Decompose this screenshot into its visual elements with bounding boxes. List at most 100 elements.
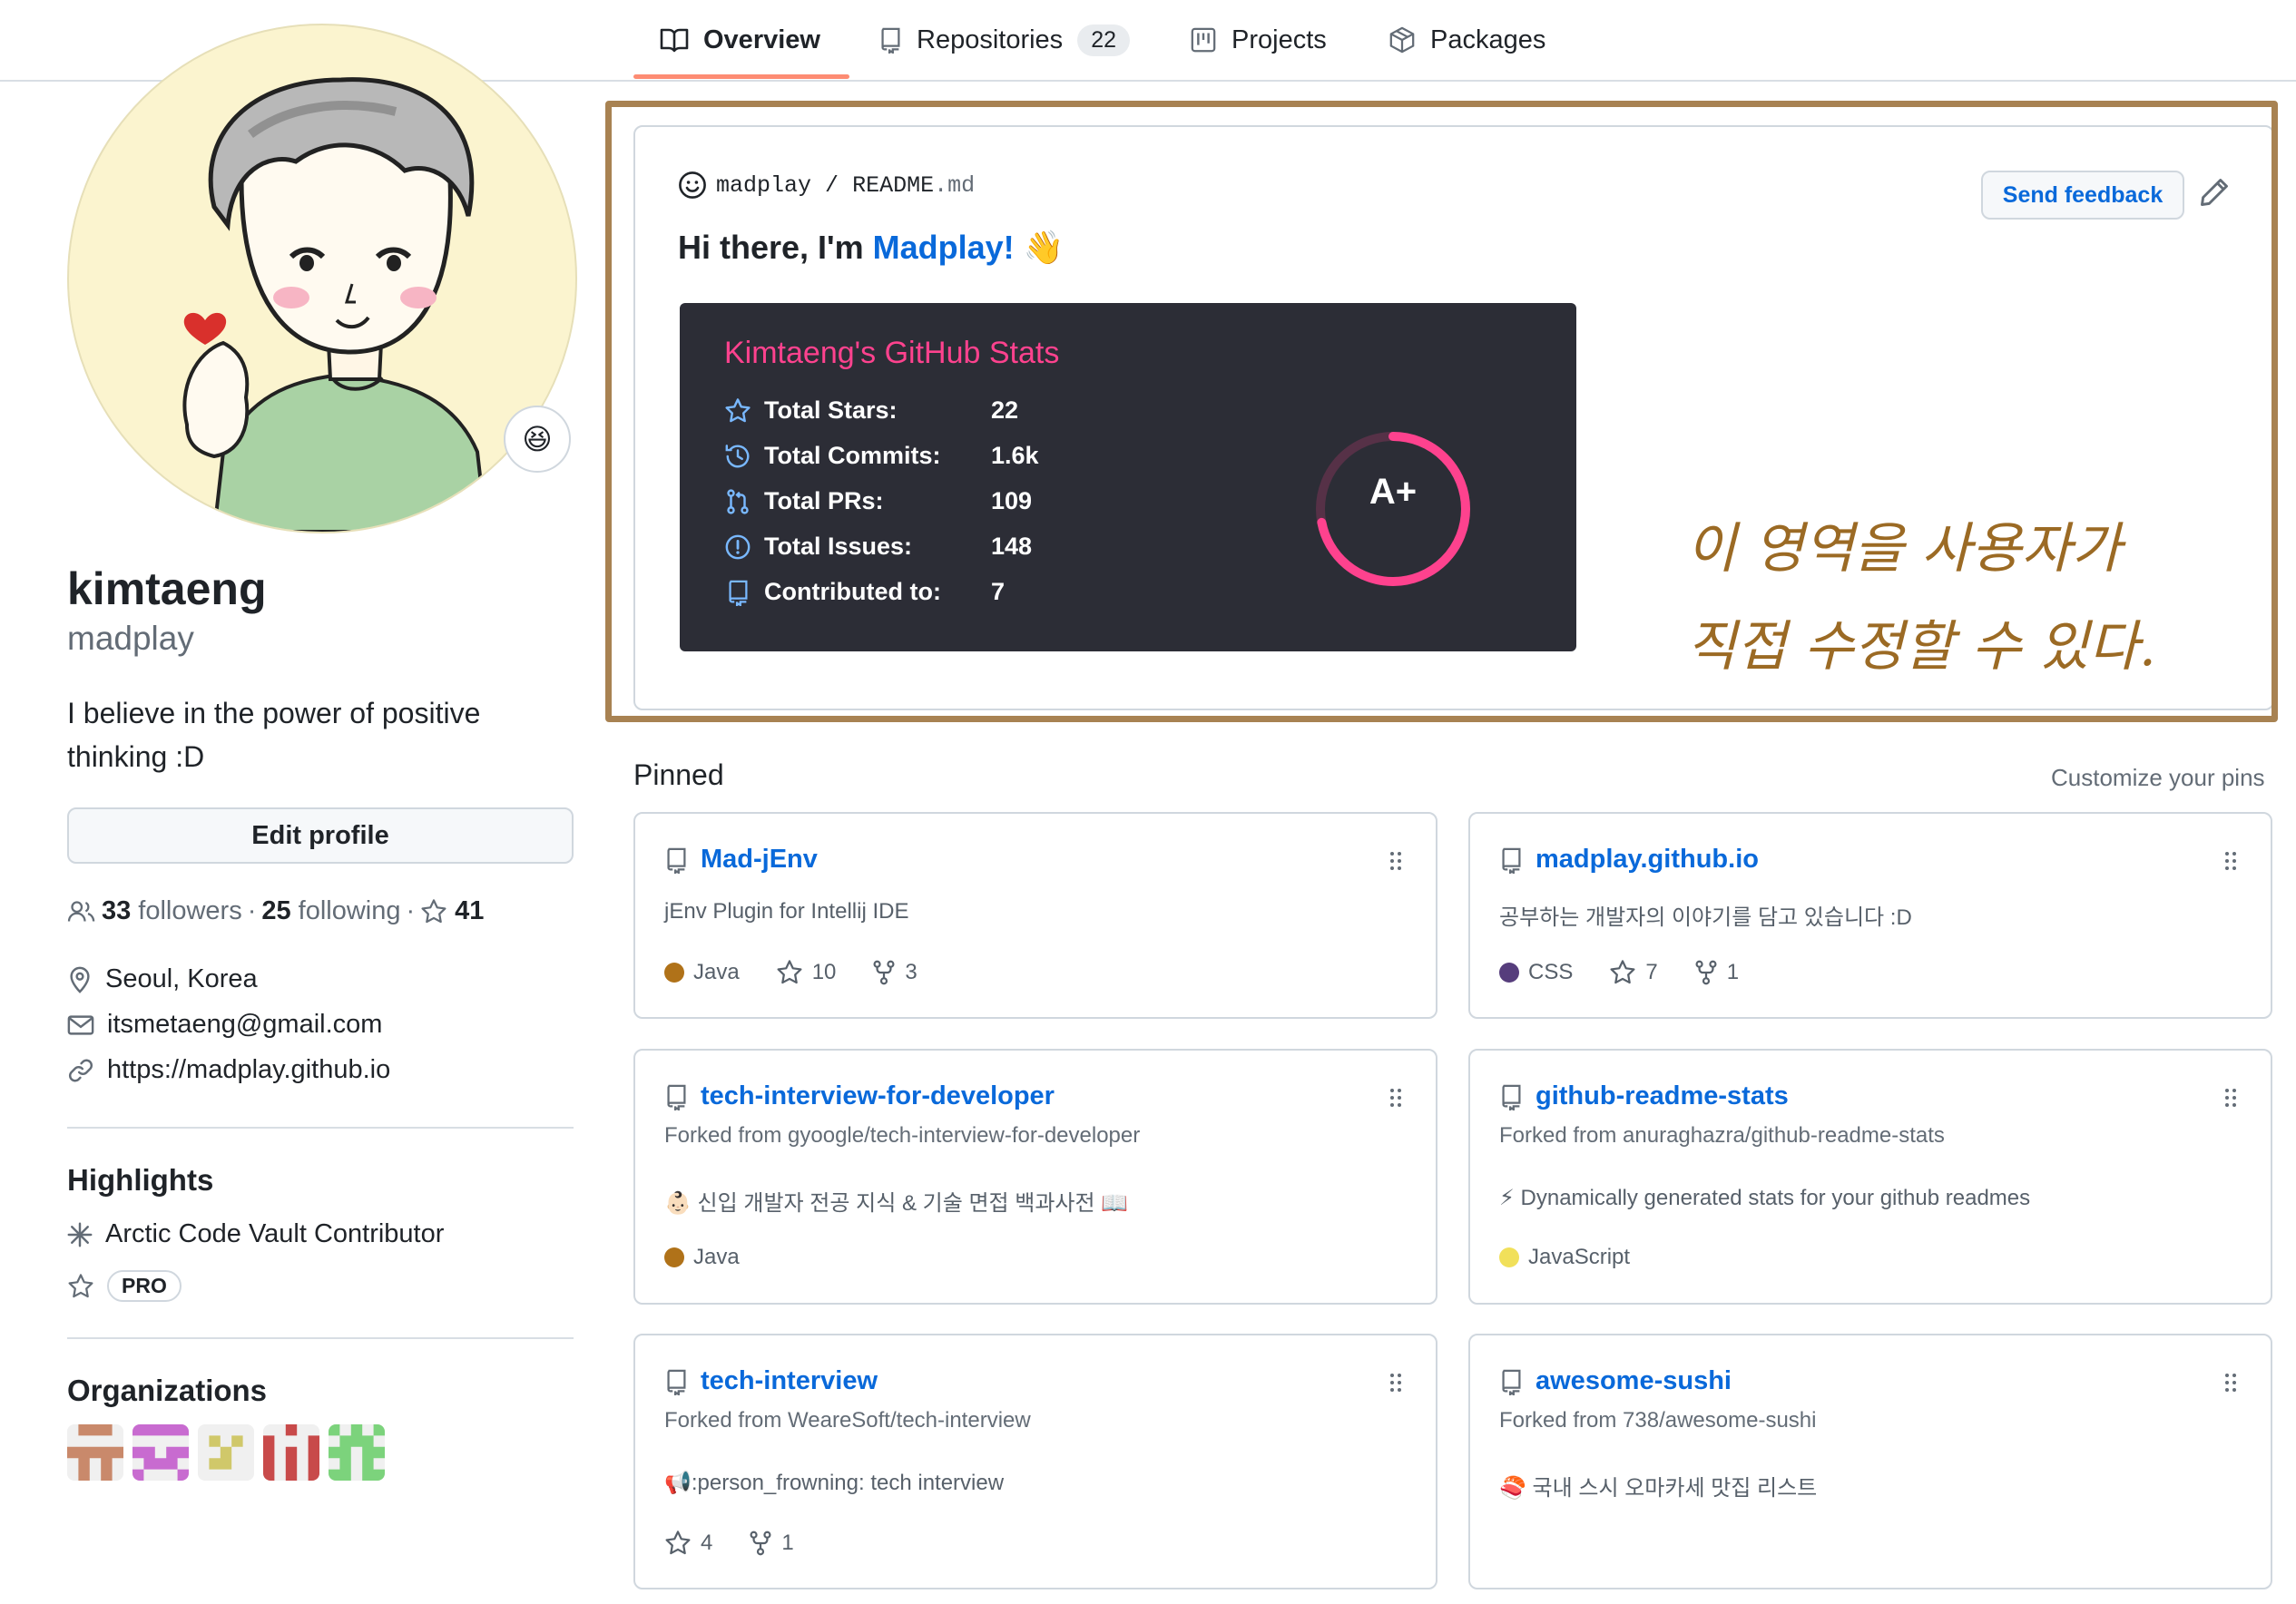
project-icon: [1190, 26, 1231, 54]
stars-count: 41: [455, 896, 485, 925]
readme-owner-link[interactable]: madplay: [716, 172, 811, 199]
drag-handle-icon[interactable]: [1388, 1372, 1403, 1394]
stat-row: Total Stars: 22: [724, 396, 1082, 425]
tab-label: Repositories: [917, 24, 1064, 54]
repo-name-link[interactable]: tech-interview: [701, 1366, 878, 1396]
followers-label: followers: [138, 896, 242, 925]
package-icon: [1388, 26, 1430, 54]
highlights-heading: Highlights: [67, 1163, 214, 1197]
drag-handle-icon[interactable]: [2223, 850, 2238, 872]
link-icon: [67, 1057, 94, 1084]
stat-label: Total Commits:: [764, 442, 941, 469]
repo-icon: [664, 846, 688, 874]
repo-name-link[interactable]: Mad-jEnv: [701, 845, 818, 875]
repo-title: madplay.github.io: [1499, 845, 1759, 875]
drag-handle-icon[interactable]: [1388, 850, 1403, 872]
drag-handle-icon[interactable]: [2223, 1087, 2238, 1109]
repo-forks[interactable]: 1: [749, 1530, 794, 1557]
language-label: CSS: [1528, 960, 1574, 984]
customize-pins-link[interactable]: Customize your pins: [2051, 764, 2265, 792]
email-row: itsmetaeng@gmail.com: [67, 1010, 382, 1040]
following-link[interactable]: 25 following: [261, 896, 400, 926]
repo-meta: 4 1: [664, 1530, 794, 1557]
website-link[interactable]: https://madplay.github.io: [107, 1055, 390, 1085]
tab-packages[interactable]: Packages: [1388, 0, 1545, 80]
email-link[interactable]: itsmetaeng@gmail.com: [107, 1010, 382, 1040]
org-avatar[interactable]: [263, 1424, 319, 1481]
pinned-repo-card: madplay.github.io 공부하는 개발자의 이야기를 담고 있습니다…: [1468, 812, 2272, 1019]
readme-path: madplay / README.md: [678, 171, 975, 200]
pencil-icon[interactable]: [2198, 176, 2231, 209]
book-icon: [660, 27, 703, 53]
stat-value: 1.6k: [991, 442, 1039, 469]
pinned-repo-card: github-readme-stats Forked from anuragha…: [1468, 1049, 2272, 1305]
highlight-label: Arctic Code Vault Contributor: [105, 1219, 445, 1248]
follow-stats: 33 followers · 25 following · 41: [67, 896, 484, 926]
repo-description: 🍣 국내 스시 오마카세 맛집 리스트: [1499, 1476, 1818, 1501]
following-label: following: [298, 896, 401, 925]
repo-name-link[interactable]: github-readme-stats: [1536, 1081, 1789, 1111]
fork-icon: [873, 960, 895, 985]
star-icon: [67, 1273, 94, 1300]
tab-projects[interactable]: Projects: [1190, 0, 1327, 80]
repo-description: ⚡ Dynamically generated stats for your g…: [1499, 1186, 2031, 1210]
repo-icon: [664, 1368, 688, 1395]
website-row: https://madplay.github.io: [67, 1055, 390, 1085]
language-color-dot: [1499, 1247, 1519, 1267]
history-icon: [724, 443, 751, 470]
fork-icon: [750, 1531, 771, 1556]
drag-handle-icon[interactable]: [1388, 1087, 1403, 1109]
repo-forks[interactable]: 3: [872, 959, 917, 986]
forks-count: 1: [781, 1531, 794, 1555]
repo-description: jEnv Plugin for Intellij IDE: [664, 899, 909, 924]
status-emoji-button[interactable]: 😆: [504, 406, 571, 473]
followers-link[interactable]: 33 followers: [102, 896, 242, 926]
repo-language: JavaScript: [1499, 1245, 1630, 1270]
forked-from: Forked from gyoogle/tech-interview-for-d…: [664, 1123, 1141, 1148]
annotation-line-2: 직접 수정할 수 있다.: [1686, 615, 2156, 679]
separator: ·: [406, 896, 416, 925]
language-color-dot: [1499, 963, 1519, 983]
repo-name-link[interactable]: awesome-sushi: [1536, 1366, 1732, 1396]
org-avatar[interactable]: [132, 1424, 189, 1481]
repo-icon: [1499, 846, 1523, 874]
stats-title: Kimtaeng's GitHub Stats: [724, 336, 1060, 370]
repo-forks[interactable]: 1: [1694, 959, 1739, 986]
pro-badge: PRO: [107, 1270, 182, 1302]
repo-stars[interactable]: 10: [776, 959, 836, 986]
fork-icon: [1695, 960, 1717, 985]
org-avatar[interactable]: [198, 1424, 254, 1481]
pinned-repo-card: tech-interview-for-developer Forked from…: [633, 1049, 1437, 1305]
avatar[interactable]: [67, 24, 577, 533]
repo-stars[interactable]: 7: [1609, 959, 1658, 986]
repo-stars[interactable]: 4: [664, 1530, 712, 1557]
pinned-heading: Pinned: [633, 758, 724, 791]
repo-meta: Java: [664, 1245, 740, 1270]
snowflake-icon: [67, 1222, 93, 1247]
stat-row: Total Issues: 148: [724, 533, 1082, 561]
repo-meta: JavaScript: [1499, 1245, 1630, 1270]
organizations-list: [67, 1424, 385, 1481]
stat-value: 7: [991, 578, 1006, 605]
repo-icon: [1499, 1368, 1523, 1395]
stat-label: Total Stars:: [764, 396, 898, 424]
forked-from: Forked from anuraghazra/github-readme-st…: [1499, 1123, 1945, 1148]
location-text: Seoul, Korea: [105, 964, 258, 993]
tab-repositories[interactable]: Repositories 22: [878, 0, 1130, 80]
repo-icon: [1499, 1083, 1523, 1110]
send-feedback-button[interactable]: Send feedback: [1981, 171, 2184, 220]
tab-overview[interactable]: Overview: [660, 0, 820, 80]
edit-profile-button[interactable]: Edit profile: [67, 807, 574, 864]
org-avatar[interactable]: [329, 1424, 385, 1481]
drag-handle-icon[interactable]: [2223, 1372, 2238, 1394]
org-avatar[interactable]: [67, 1424, 123, 1481]
repo-name-link[interactable]: tech-interview-for-developer: [701, 1081, 1055, 1111]
grade-label: A+: [1369, 472, 1418, 512]
repo-name-link[interactable]: madplay.github.io: [1536, 845, 1759, 875]
greeting-name-link[interactable]: Madplay!: [873, 229, 1015, 266]
issue-icon: [724, 533, 751, 561]
stat-value: 22: [991, 396, 1019, 424]
stars-link[interactable]: 41: [420, 896, 484, 926]
language-label: Java: [693, 960, 740, 984]
annotation-line-1: 이 영역을 사용자가: [1686, 517, 2122, 581]
